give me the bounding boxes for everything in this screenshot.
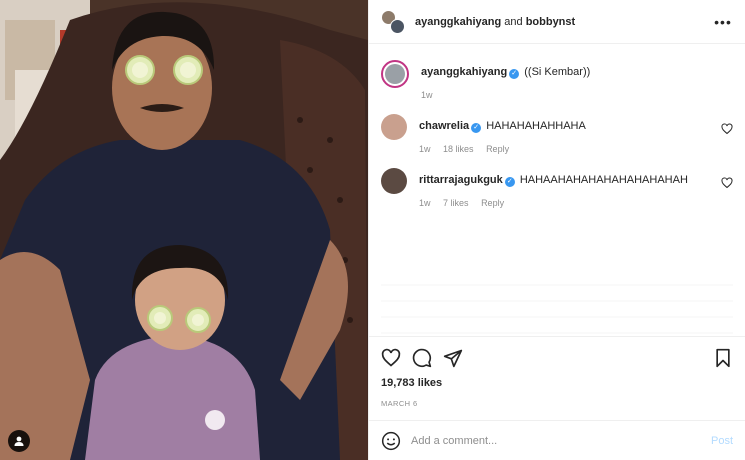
post-authors: ayanggkahiyang and bobbynst [415,16,713,28]
more-horizontal-icon: ••• [714,13,732,30]
avatar[interactable] [381,60,409,88]
verified-badge-icon: ✓ [504,177,515,187]
comments-section: ayanggkahiyang ✓ ((Si Kembar)) 1w chawrel… [369,44,745,336]
comment-likes[interactable]: 7 likes [443,198,469,208]
photo-illustration [0,0,368,460]
reply-button[interactable]: Reply [486,144,509,154]
comment-username[interactable]: rittarrajagukguk [419,174,503,186]
faded-comments-placeholder [381,270,733,336]
caption-time[interactable]: 1w [421,90,433,100]
add-comment-bar: Post [369,420,745,460]
comment-item: rittarrajagukguk ✓ HAHAAHAHAHAHAHAHAHAHAH… [381,168,733,208]
caption-text: ((Si Kembar)) [524,66,591,78]
avatar[interactable] [381,114,407,140]
reply-button[interactable]: Reply [481,198,504,208]
instagram-post: ayanggkahiyang and bobbynst ••• ayanggka… [0,0,745,460]
emoji-icon[interactable] [381,431,401,451]
caption-username[interactable]: ayanggkahiyang [421,66,507,78]
avatar [390,18,405,34]
author-link[interactable]: bobbynst [526,16,576,28]
comment-likes[interactable]: 18 likes [443,144,474,154]
share-paper-plane-icon[interactable] [443,348,463,368]
post-date[interactable]: MARCH 6 [381,399,733,408]
tagged-users-button[interactable] [8,430,30,452]
more-options-button[interactable]: ••• [713,15,733,29]
post-actions: 19,783 likes MARCH 6 [369,336,745,420]
heart-icon[interactable] [721,177,733,189]
comment-text: HAHAAHAHAHAHAHAHAHAHAH [519,174,688,186]
heart-icon[interactable] [721,123,733,135]
verified-badge-icon: ✓ [509,69,520,79]
post-photo[interactable] [0,0,368,460]
comment-time[interactable]: 1w [419,198,431,208]
like-heart-icon[interactable] [381,348,401,368]
post-comment-button[interactable]: Post [711,435,733,447]
author-link[interactable]: ayanggkahiyang [415,16,501,28]
post-header: ayanggkahiyang and bobbynst ••• [369,0,745,44]
comment-input[interactable] [411,434,711,447]
bookmark-icon[interactable] [713,348,733,368]
verified-badge-icon: ✓ [471,123,482,133]
comment-bubble-icon[interactable] [412,348,432,368]
comment-username[interactable]: chawrelia [419,120,469,132]
collab-avatars[interactable] [381,9,405,34]
comment-item: chawrelia ✓ HAHAHAHAHHAHA 1w 18 likes Rep… [381,114,733,154]
caption: ayanggkahiyang ✓ ((Si Kembar)) 1w [381,60,733,100]
avatar[interactable] [381,168,407,194]
comment-text: HAHAHAHAHHAHA [486,120,586,132]
post-side-panel: ayanggkahiyang and bobbynst ••• ayanggka… [368,0,745,460]
user-icon [14,436,24,446]
likes-count[interactable]: 19,783 likes [381,377,733,389]
author-joiner: and [504,15,523,28]
comment-time[interactable]: 1w [419,144,431,154]
